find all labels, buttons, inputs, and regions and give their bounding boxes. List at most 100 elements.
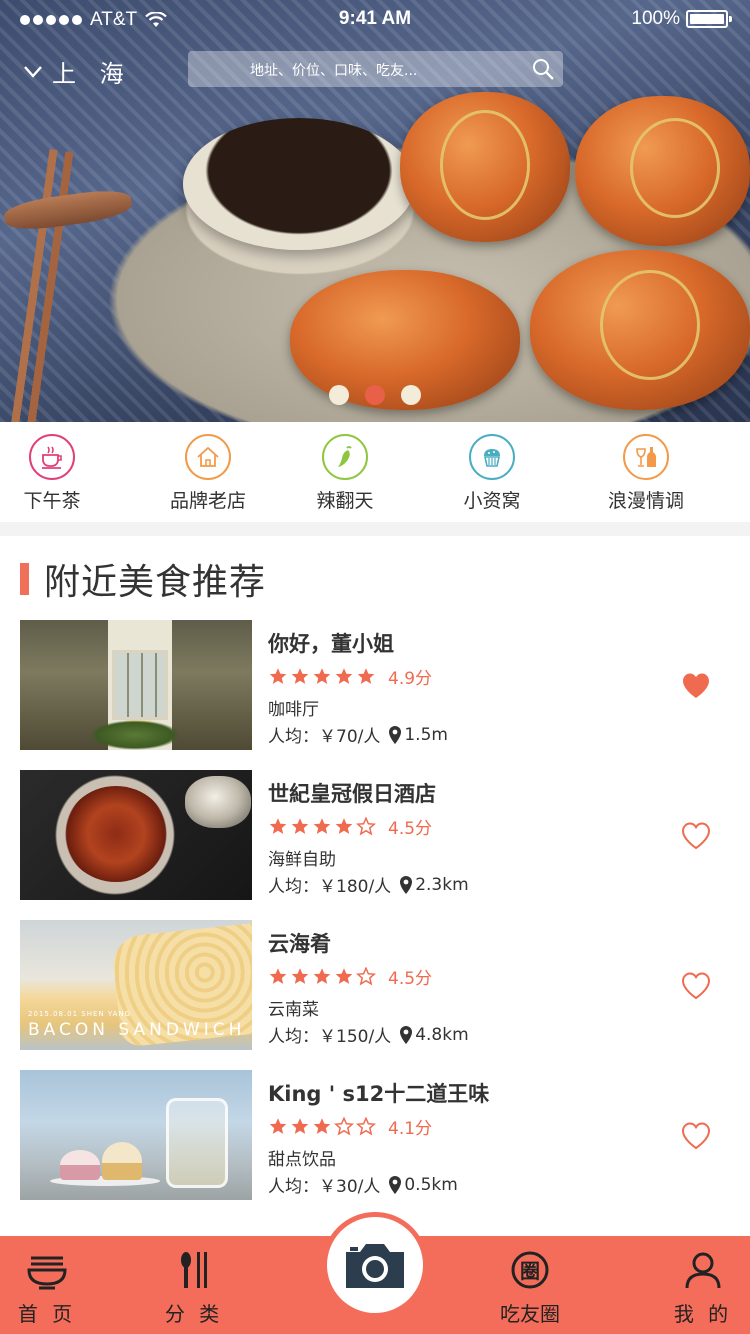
star-filled-icon bbox=[335, 968, 353, 984]
category-romantic[interactable]: 浪漫情调 bbox=[586, 434, 706, 513]
restaurant-name: 世紀皇冠假日酒店 bbox=[268, 782, 436, 806]
restaurant-card[interactable]: King ' s12十二道王味 4.1分 甜点饮品 人均：￥30/人 0.5km bbox=[20, 1070, 740, 1200]
star-rating bbox=[268, 1117, 378, 1136]
tab-friends[interactable]: 圈 吃友圈 bbox=[475, 1250, 585, 1327]
star-filled-icon bbox=[269, 818, 287, 834]
cuisine-type: 咖啡厅 bbox=[268, 700, 319, 720]
tab-category[interactable]: 分 类 bbox=[139, 1250, 249, 1327]
cupcake-icon bbox=[469, 434, 515, 480]
distance: 0.5km bbox=[404, 1174, 458, 1195]
tab-label: 首 页 bbox=[17, 1302, 77, 1326]
section-header: 附近美食推荐 bbox=[20, 553, 266, 605]
price-distance: 人均：￥180/人 2.3km bbox=[268, 872, 469, 898]
restaurant-photo[interactable] bbox=[20, 770, 252, 900]
favorite-button[interactable] bbox=[680, 670, 712, 704]
heart-outline-icon bbox=[681, 1122, 711, 1150]
restaurant-card[interactable]: 2015.08.01 SHEN YANG BACON SANDWICH 云海肴 4… bbox=[20, 920, 740, 1050]
restaurant-photo[interactable]: 2015.08.01 SHEN YANG BACON SANDWICH bbox=[20, 920, 252, 1050]
chevron-down-icon bbox=[24, 65, 42, 78]
category-bar: 下午茶 品牌老店 辣翻天 小资窝 浪漫情调 bbox=[0, 422, 750, 522]
location-pin-icon bbox=[389, 1175, 402, 1194]
restaurant-card[interactable]: 世紀皇冠假日酒店 4.5分 海鲜自助 人均：￥180/人 2.3km bbox=[20, 770, 740, 900]
distance: 2.3km bbox=[415, 874, 469, 895]
rating: 4.9分 bbox=[268, 664, 432, 689]
status-bar: AT&T 9:41 AM 100% bbox=[0, 0, 750, 40]
heart-filled-icon bbox=[683, 673, 709, 698]
star-empty-icon bbox=[334, 1117, 354, 1136]
cuisine-type: 甜点饮品 bbox=[268, 1150, 336, 1170]
pager-dot[interactable] bbox=[401, 385, 421, 405]
section-divider bbox=[0, 522, 750, 536]
battery-icon bbox=[686, 10, 732, 28]
tab-label: 分 类 bbox=[164, 1302, 224, 1326]
category-label: 辣翻天 bbox=[316, 490, 374, 512]
price-distance: 人均：￥70/人 1.5m bbox=[268, 722, 448, 748]
category-spicy[interactable]: 辣翻天 bbox=[285, 434, 405, 513]
star-rating bbox=[268, 817, 378, 836]
tab-label: 我 的 bbox=[673, 1302, 733, 1326]
restaurant-card[interactable]: 你好，董小姐 4.9分 咖啡厅 人均：￥70/人 1.5m bbox=[20, 620, 740, 750]
star-empty-icon bbox=[356, 817, 376, 836]
heart-outline-icon bbox=[681, 822, 711, 850]
restaurant-name: King ' s12十二道王味 bbox=[268, 1082, 490, 1106]
star-empty-icon bbox=[356, 1117, 376, 1136]
pager-dot-active[interactable] bbox=[365, 385, 385, 405]
star-filled-icon bbox=[291, 668, 309, 684]
price-per-person: 人均：￥30/人 bbox=[268, 1177, 381, 1197]
rating-score: 4.5分 bbox=[388, 969, 433, 989]
location-pin-icon bbox=[400, 875, 413, 894]
star-filled-icon bbox=[291, 818, 309, 834]
rating: 4.5分 bbox=[268, 814, 432, 839]
crab-string bbox=[440, 110, 530, 220]
price-per-person: 人均：￥180/人 bbox=[268, 877, 392, 897]
wine-icon bbox=[623, 434, 669, 480]
tab-me[interactable]: 我 的 bbox=[648, 1250, 750, 1327]
city-label: 上 海 bbox=[52, 60, 132, 88]
restaurant-photo[interactable] bbox=[20, 1070, 252, 1200]
favorite-button[interactable] bbox=[680, 970, 712, 1004]
category-afternoon-tea[interactable]: 下午茶 bbox=[0, 434, 112, 513]
rating-score: 4.1分 bbox=[388, 1119, 433, 1139]
price-distance: 人均：￥30/人 0.5km bbox=[268, 1172, 458, 1198]
pager-dot[interactable] bbox=[329, 385, 349, 405]
distance: 1.5m bbox=[404, 724, 448, 745]
star-rating bbox=[268, 967, 378, 986]
star-filled-icon bbox=[357, 668, 375, 684]
section-accent-bar bbox=[20, 563, 29, 595]
section-title: 附近美食推荐 bbox=[44, 562, 267, 603]
crab-string bbox=[630, 118, 720, 218]
favorite-button[interactable] bbox=[680, 820, 712, 854]
category-label: 品牌老店 bbox=[169, 490, 246, 512]
crab-string bbox=[600, 270, 700, 380]
star-filled-icon bbox=[269, 1118, 287, 1134]
cuisine-type: 云南菜 bbox=[268, 1000, 319, 1020]
tab-home[interactable]: 首 页 bbox=[0, 1250, 102, 1327]
category-brand-store[interactable]: 品牌老店 bbox=[148, 434, 268, 513]
star-filled-icon bbox=[335, 668, 353, 684]
search-icon[interactable] bbox=[531, 57, 555, 81]
rating: 4.5分 bbox=[268, 964, 432, 989]
distance: 4.8km bbox=[415, 1024, 469, 1045]
city-selector[interactable]: 上 海 bbox=[24, 54, 132, 89]
restaurant-photo[interactable] bbox=[20, 620, 252, 750]
category-label: 下午茶 bbox=[23, 490, 81, 512]
star-filled-icon bbox=[313, 668, 331, 684]
category-petit-bourgeois[interactable]: 小资窝 bbox=[432, 434, 552, 513]
category-label: 浪漫情调 bbox=[607, 490, 684, 512]
heart-outline-icon bbox=[681, 972, 711, 1000]
star-filled-icon bbox=[269, 968, 287, 984]
bowl-icon bbox=[27, 1256, 67, 1290]
star-filled-icon bbox=[313, 818, 331, 834]
tab-label: 吃友圈 bbox=[500, 1302, 560, 1326]
favorite-button[interactable] bbox=[680, 1120, 712, 1154]
rating-score: 4.5分 bbox=[388, 819, 433, 839]
house-icon bbox=[185, 434, 231, 480]
price-per-person: 人均：￥150/人 bbox=[268, 1027, 392, 1047]
star-filled-icon bbox=[291, 1118, 309, 1134]
price-per-person: 人均：￥70/人 bbox=[268, 727, 381, 747]
battery-percent: 100% bbox=[631, 8, 680, 29]
search-input[interactable]: 地址、价位、口味、吃友... bbox=[188, 51, 563, 87]
star-filled-icon bbox=[313, 968, 331, 984]
restaurant-name: 云海肴 bbox=[268, 932, 331, 956]
camera-button[interactable] bbox=[327, 1217, 423, 1313]
